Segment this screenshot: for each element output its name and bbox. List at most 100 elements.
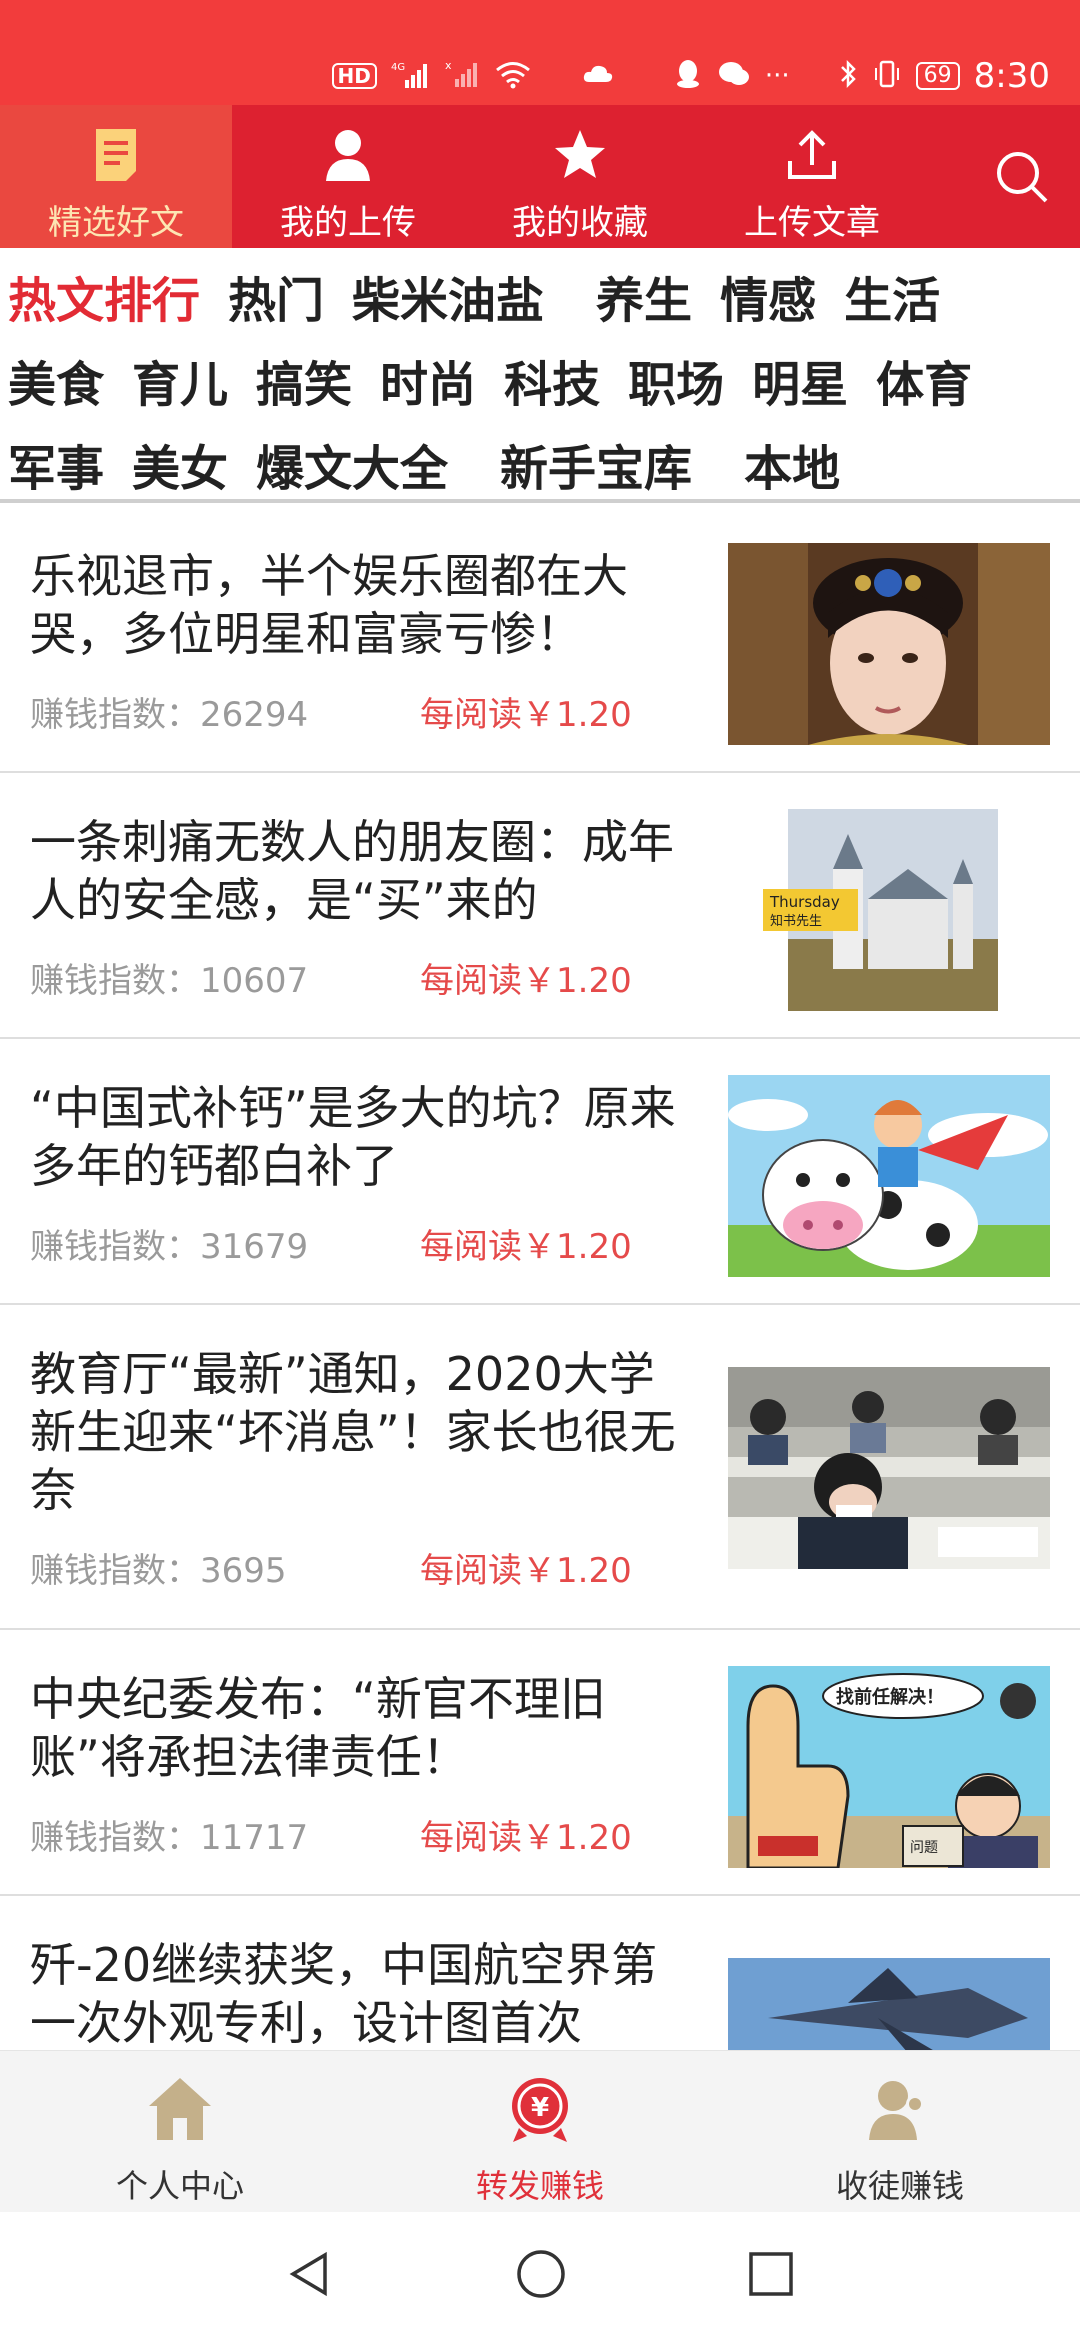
category-workplace[interactable]: 职场 (628, 345, 724, 415)
category-parenting[interactable]: 育儿 (132, 345, 228, 415)
person-add-icon (865, 2069, 935, 2149)
system-navigation-bar (0, 2212, 1080, 2340)
home-button-icon[interactable] (515, 2248, 567, 2304)
tab-my-uploads[interactable]: 我的上传 (232, 105, 464, 248)
article-title: 中央纪委发布：“新官不理旧账”将承担法律责任！ (30, 1672, 606, 1784)
article-thumbnail: 找前任解决！ 问题 (728, 1666, 1050, 1868)
tab-featured-articles[interactable]: 精选好文 (0, 105, 232, 248)
category-life[interactable]: 生活 (844, 261, 940, 331)
article-item[interactable]: 中央纪委发布：“新官不理旧账”将承担法律责任！ 赚钱指数：11717 每阅读￥1… (0, 1630, 1080, 1896)
category-tech[interactable]: 科技 (504, 345, 600, 415)
bottom-tab-bar: 个人中心 ¥ 转发赚钱 收徒赚钱 (0, 2050, 1080, 2212)
category-viral[interactable]: 爆文大全 (256, 429, 448, 499)
battery-icon: 69 (915, 62, 960, 90)
reading-reward: 每阅读￥1.20 (420, 695, 632, 735)
article-title: 歼-20继续获奖，中国航空界第一次外观专利，设计图首次 (30, 1938, 658, 2050)
article-thumbnail (728, 1367, 1050, 1569)
home-icon (145, 2069, 215, 2149)
article-thumbnail: Thursday 知书先生 (728, 809, 1050, 1011)
wechat-icon (717, 59, 751, 94)
article-title: 一条刺痛无数人的朋友圈：成年人的安全感，是“买”来的 (30, 815, 674, 927)
tab-personal-center[interactable]: 个人中心 (0, 2051, 360, 2213)
article-item[interactable]: 歼-20继续获奖，中国航空界第一次外观专利，设计图首次 (0, 1896, 1080, 2050)
article-icon (92, 123, 140, 187)
tab-share-earn[interactable]: ¥ 转发赚钱 (360, 2051, 720, 2213)
category-military[interactable]: 军事 (8, 429, 104, 499)
signal-4g-icon: 4G (391, 60, 431, 93)
tab-label: 上传文章 (744, 203, 880, 243)
star-icon (552, 123, 608, 187)
bluetooth-icon (838, 58, 858, 95)
earning-index: 赚钱指数：11717 (30, 1818, 309, 1858)
category-funny[interactable]: 搞笑 (256, 345, 352, 415)
svg-text:Thursday: Thursday (769, 893, 840, 911)
category-hot-ranking[interactable]: 热文排行 (8, 261, 200, 331)
category-popular[interactable]: 热门 (228, 261, 324, 331)
article-item[interactable]: 教育厅“最新”通知，2020大学新生迎来“坏消息”！家长也很无奈 赚钱指数：36… (0, 1305, 1080, 1630)
article-thumbnail (728, 1958, 1050, 2050)
category-sports[interactable]: 体育 (876, 345, 972, 415)
article-title: 乐视退市，半个娱乐圈都在大哭，多位明星和富豪亏惨！ (30, 549, 628, 661)
category-daily-life[interactable]: 柴米油盐 (352, 261, 544, 331)
reading-reward: 每阅读￥1.20 (420, 961, 632, 1001)
hd-icon: HD (331, 63, 377, 89)
status-bar: HD 4G x ··· 69 8:30 (0, 0, 1080, 105)
svg-text:问题: 问题 (910, 1840, 938, 1856)
tab-label: 个人中心 (115, 2167, 244, 2205)
article-item[interactable]: 一条刺痛无数人的朋友圈：成年人的安全感，是“买”来的 赚钱指数：10607 每阅… (0, 773, 1080, 1039)
signal-nosim-icon: x (445, 59, 479, 94)
tab-my-favorites[interactable]: 我的收藏 (464, 105, 696, 248)
category-celebrity[interactable]: 明星 (752, 345, 848, 415)
svg-text:4G: 4G (391, 62, 405, 73)
svg-text:找前任解决！: 找前任解决！ (836, 1686, 944, 1708)
category-row: 热文排行 热门 柴米油盐 养生 情感 生活 (8, 254, 1080, 338)
svg-text:¥: ¥ (531, 2093, 549, 2123)
tab-recruit-earn[interactable]: 收徒赚钱 (720, 2051, 1080, 2213)
category-beauty[interactable]: 美女 (132, 429, 228, 499)
more-icon: ··· (764, 61, 790, 91)
category-health[interactable]: 养生 (596, 261, 692, 331)
category-emotion[interactable]: 情感 (720, 261, 816, 331)
article-item[interactable]: 乐视退市，半个娱乐圈都在大哭，多位明星和富豪亏惨！ 赚钱指数：26294 每阅读… (0, 507, 1080, 773)
category-newbie-guide[interactable]: 新手宝库 (500, 429, 692, 499)
earning-index: 赚钱指数：26294 (30, 695, 309, 735)
tab-label: 转发赚钱 (475, 2167, 604, 2205)
tab-upload-article[interactable]: 上传文章 (696, 105, 928, 248)
category-selector: 热文排行 热门 柴米油盐 养生 情感 生活 美食 育儿 搞笑 时尚 科技 职场 … (0, 248, 1080, 503)
category-food[interactable]: 美食 (8, 345, 104, 415)
earning-index: 赚钱指数：10607 (30, 961, 309, 1001)
user-icon (322, 123, 374, 187)
tab-label: 精选好文 (48, 203, 184, 243)
article-list: 乐视退市，半个娱乐圈都在大哭，多位明星和富豪亏惨！ 赚钱指数：26294 每阅读… (0, 507, 1080, 2050)
category-row: 军事 美女 爆文大全 新手宝库 本地 (8, 422, 1080, 506)
cloud-icon (581, 62, 615, 91)
status-icons: HD 4G x ··· 69 8:30 (331, 52, 1050, 100)
upload-icon (784, 123, 840, 187)
reading-reward: 每阅读￥1.20 (420, 1818, 632, 1858)
yuan-coin-icon: ¥ (505, 2069, 575, 2149)
earning-index: 赚钱指数：3695 (30, 1551, 287, 1591)
wifi-icon (493, 59, 533, 94)
category-row: 美食 育儿 搞笑 时尚 科技 职场 明星 体育 (8, 338, 1080, 422)
reading-reward: 每阅读￥1.20 (420, 1227, 632, 1267)
category-fashion[interactable]: 时尚 (380, 345, 476, 415)
article-title: 教育厅“最新”通知，2020大学新生迎来“坏消息”！家长也很无奈 (30, 1347, 676, 1517)
tab-label: 我的收藏 (512, 203, 648, 243)
qq-icon (673, 58, 703, 95)
article-title: “中国式补钙”是多大的坑？原来多年的钙都白补了 (30, 1081, 676, 1193)
svg-text:x: x (445, 59, 452, 72)
search-icon[interactable] (992, 147, 1052, 207)
recents-icon[interactable] (747, 2250, 795, 2302)
article-thumbnail (728, 1075, 1050, 1277)
tab-label: 我的上传 (280, 203, 416, 243)
article-thumbnail (728, 543, 1050, 745)
clock: 8:30 (973, 56, 1050, 96)
tab-label: 收徒赚钱 (835, 2167, 964, 2205)
vibrate-icon (872, 58, 902, 95)
back-icon[interactable] (285, 2249, 335, 2303)
reading-reward: 每阅读￥1.20 (420, 1551, 632, 1591)
article-item[interactable]: “中国式补钙”是多大的坑？原来多年的钙都白补了 赚钱指数：31679 每阅读￥1… (0, 1039, 1080, 1305)
category-local[interactable]: 本地 (744, 429, 840, 499)
earning-index: 赚钱指数：31679 (30, 1227, 309, 1267)
svg-text:知书先生: 知书先生 (770, 913, 822, 929)
